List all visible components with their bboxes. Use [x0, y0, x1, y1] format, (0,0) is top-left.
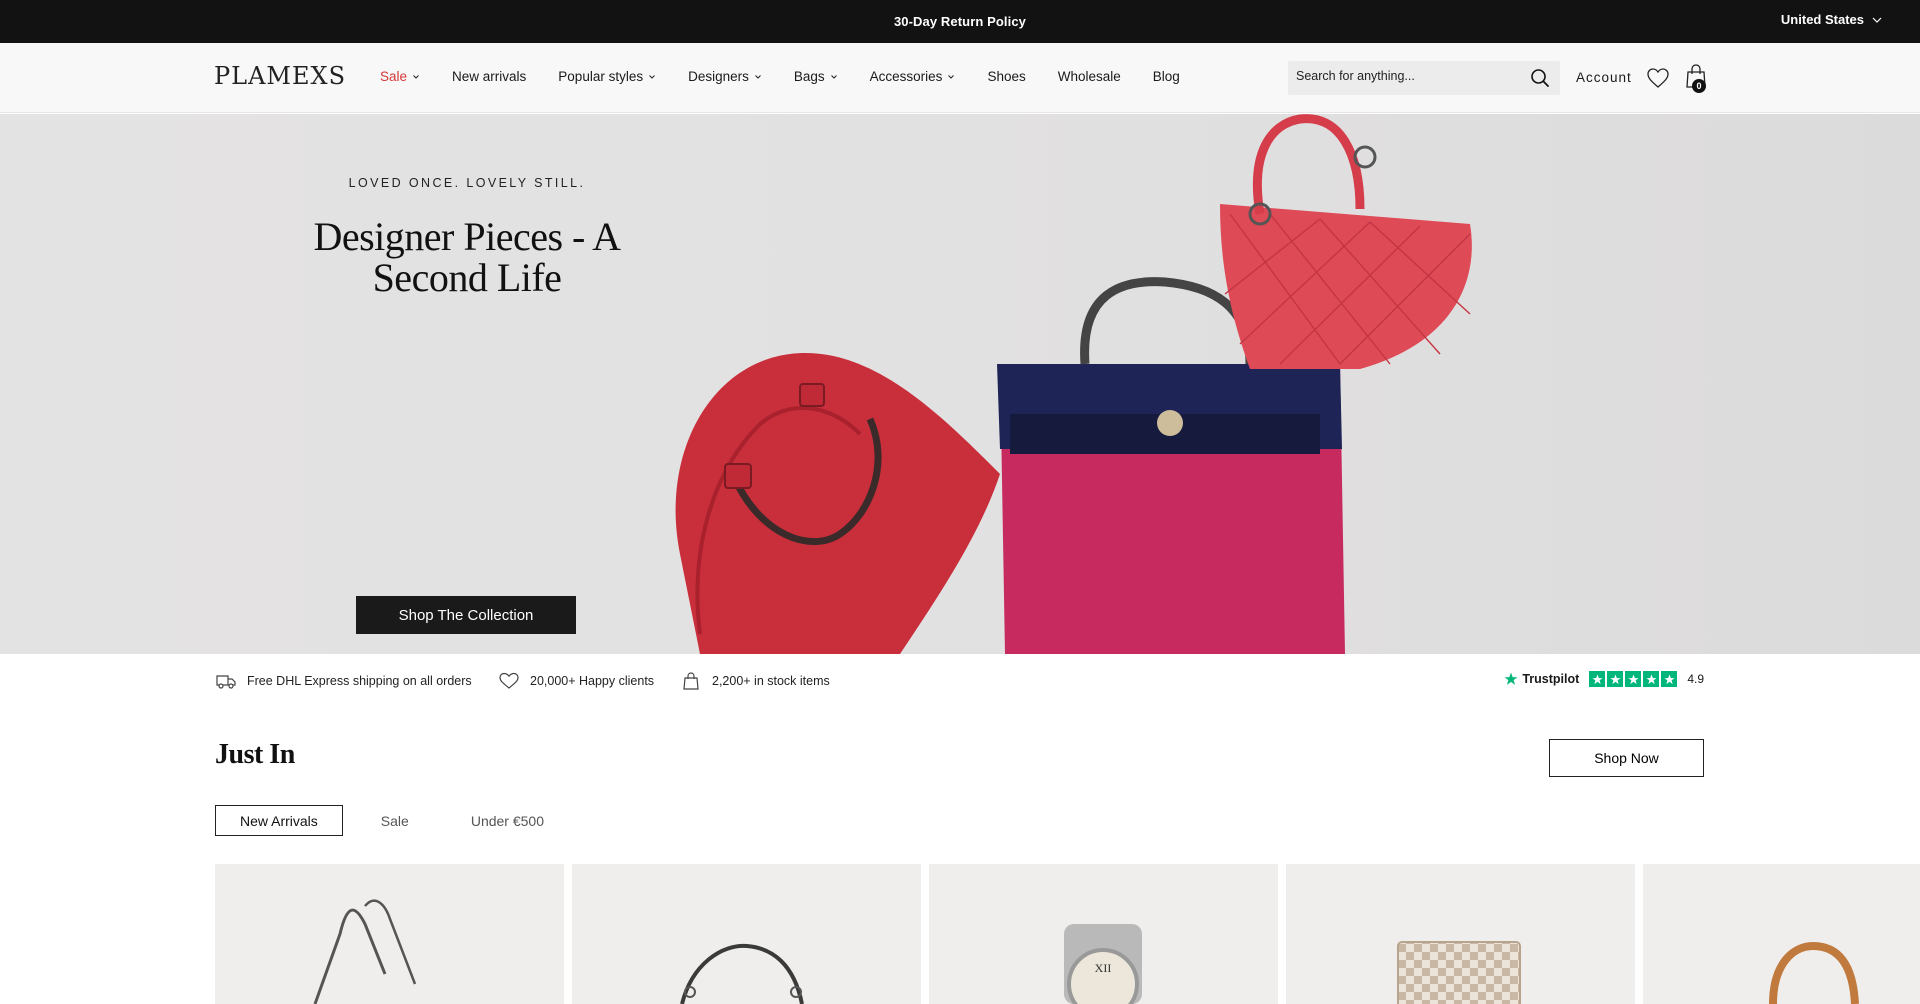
- product-image: [680, 943, 804, 1004]
- heart-icon[interactable]: [1646, 67, 1670, 89]
- heart-icon: [499, 672, 519, 689]
- usp-text: 20,000+ Happy clients: [530, 674, 655, 688]
- shop-collection-button[interactable]: Shop The Collection: [356, 596, 576, 634]
- nav-item-bags[interactable]: Bags: [794, 69, 838, 84]
- return-policy-text[interactable]: 30-Day Return Policy: [0, 14, 1920, 29]
- star-icon: [1661, 671, 1678, 687]
- nav-item-label: Designers: [688, 69, 749, 84]
- tab-sale[interactable]: Sale: [357, 805, 433, 836]
- hero-eyebrow: LOVED ONCE. LOVELY STILL.: [348, 176, 586, 190]
- nav-item-shoes[interactable]: Shoes: [987, 69, 1025, 84]
- nav-item-label: Wholesale: [1057, 69, 1121, 84]
- red-dome-bag: [675, 353, 1000, 654]
- main-nav: Sale New arrivals Popular styles Designe…: [380, 69, 1212, 84]
- star-icon: [1643, 671, 1660, 687]
- trustpilot-rating[interactable]: Trustpilot 4.9: [1504, 671, 1704, 687]
- shop-now-button[interactable]: Shop Now: [1549, 739, 1704, 777]
- chevron-down-icon: [948, 74, 955, 79]
- nav-item-label: Sale: [380, 69, 408, 84]
- product-image: [313, 899, 417, 1004]
- product-card[interactable]: [1643, 864, 1920, 1004]
- shopping-bag-icon: [683, 672, 699, 690]
- trustpilot-score: 4.9: [1687, 672, 1704, 686]
- hero-banner: LOVED ONCE. LOVELY STILL. Designer Piece…: [0, 114, 1920, 654]
- chevron-down-icon: [649, 74, 655, 79]
- country-label: United States: [1780, 12, 1864, 27]
- product-card[interactable]: XII: [929, 864, 1278, 1004]
- chevron-down-icon: [830, 74, 837, 79]
- nav-item-label: Blog: [1152, 69, 1180, 84]
- star-icon: [1504, 672, 1518, 685]
- tab-new-arrivals[interactable]: New Arrivals: [215, 805, 343, 836]
- trustpilot-logo: Trustpilot: [1504, 672, 1579, 686]
- site-logo[interactable]: PLAMEXS: [214, 62, 346, 90]
- chevron-down-icon: [413, 74, 419, 79]
- usp-text: 2,200+ in stock items: [712, 674, 830, 688]
- product-carousel: XII: [215, 864, 1920, 1004]
- search-icon[interactable]: [1530, 68, 1550, 88]
- cart-count-badge: 0: [1692, 79, 1706, 93]
- nav-item-label: Accessories: [869, 69, 943, 84]
- usp-clients: 20,000+ Happy clients: [498, 672, 654, 690]
- chevron-down-icon: [755, 74, 761, 79]
- star-icon: [1607, 671, 1624, 687]
- nav-item-blog[interactable]: Blog: [1153, 69, 1180, 84]
- nav-item-new-arrivals[interactable]: New arrivals: [452, 69, 526, 84]
- red-quilted-bag: [1220, 114, 1472, 369]
- product-card[interactable]: [572, 864, 921, 1004]
- trustpilot-stars: [1589, 671, 1678, 687]
- nav-item-label: New arrivals: [452, 69, 527, 84]
- nav-item-designers[interactable]: Designers: [688, 69, 762, 84]
- usp-bar: Free DHL Express shipping on all orders …: [0, 654, 1920, 706]
- product-image: [1769, 941, 1859, 1004]
- account-link[interactable]: Account: [1576, 70, 1632, 85]
- product-card[interactable]: [215, 864, 564, 1004]
- site-header: PLAMEXS Sale New arrivals Popular styles…: [0, 43, 1920, 113]
- star-icon: [1625, 671, 1642, 687]
- usp-shipping: Free DHL Express shipping on all orders: [215, 672, 472, 690]
- product-card[interactable]: [1286, 864, 1635, 1004]
- product-tabs: New Arrivals Sale Under €500: [215, 805, 582, 836]
- nav-item-label: Shoes: [987, 69, 1026, 84]
- nav-item-popular-styles[interactable]: Popular styles: [558, 69, 656, 84]
- nav-item-label: Popular styles: [558, 69, 644, 84]
- product-image: XII: [1064, 924, 1142, 1004]
- chevron-down-icon: [1872, 17, 1882, 23]
- country-selector[interactable]: United States: [1781, 12, 1882, 27]
- hero-title: Designer Pieces - A Second Life: [313, 214, 621, 300]
- usp-stock: 2,200+ in stock items: [680, 672, 830, 690]
- usp-text: Free DHL Express shipping on all orders: [247, 674, 472, 688]
- nav-item-sale[interactable]: Sale: [380, 69, 420, 84]
- trustpilot-label: Trustpilot: [1522, 672, 1580, 686]
- product-image: [1397, 941, 1521, 1004]
- truck-icon: [216, 675, 236, 689]
- section-title: Just In: [215, 739, 295, 770]
- hero-handbags-image: [675, 114, 1472, 654]
- svg-text:XII: XII: [1095, 961, 1112, 975]
- nav-item-accessories[interactable]: Accessories: [870, 69, 956, 84]
- search-input[interactable]: [1296, 69, 1516, 83]
- nav-item-wholesale[interactable]: Wholesale: [1058, 69, 1121, 84]
- announcement-bar: 30-Day Return Policy United States: [0, 0, 1920, 43]
- star-icon: [1589, 671, 1606, 687]
- search-box: [1288, 61, 1560, 95]
- tab-under-500[interactable]: Under €500: [447, 805, 568, 836]
- nav-item-label: Bags: [793, 69, 825, 84]
